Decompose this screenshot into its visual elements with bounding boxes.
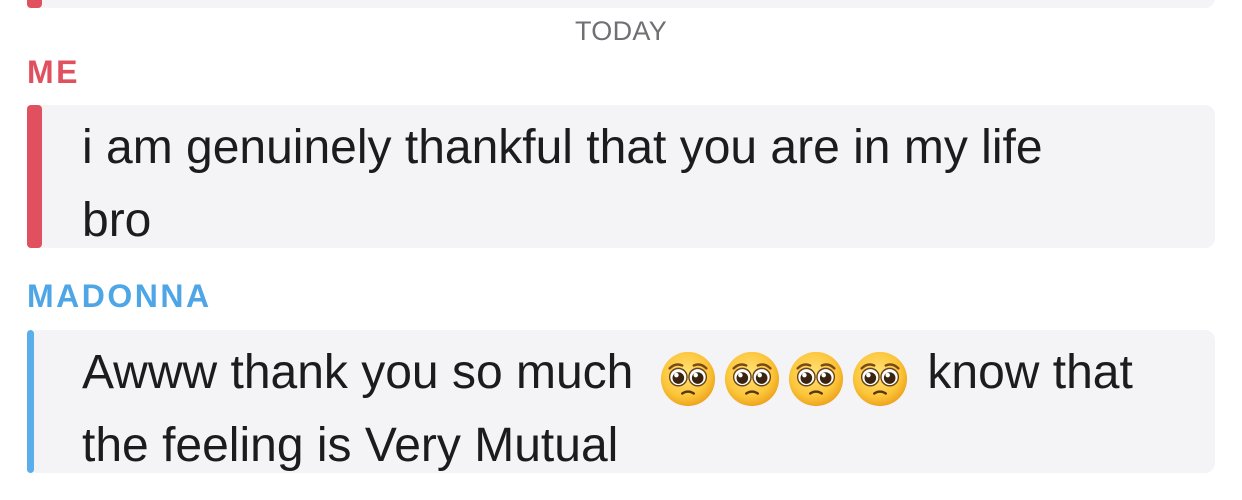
message-text-me: i am genuinely thankful that you are in … (82, 111, 1195, 257)
previous-message-bubble (27, 0, 1215, 8)
message-line-start: Awww thank you so much (82, 346, 634, 399)
pleading-face-icon (659, 350, 717, 408)
pleading-face-icon (723, 350, 781, 408)
previous-message-accent-bar (27, 0, 42, 8)
message-line: the feeling is Very Mutual (82, 419, 619, 472)
pleading-face-icon (787, 350, 845, 408)
message-accent-bar-me (27, 105, 42, 248)
pleading-face-icon (851, 350, 909, 408)
message-line: bro (82, 194, 152, 247)
date-separator: TODAY (574, 16, 668, 46)
message-line: i am genuinely thankful that you are in … (82, 121, 1043, 174)
sender-label-me: ME (27, 54, 80, 90)
message-line: Awww thank you so much know that (82, 336, 1195, 409)
message-bubble-madonna[interactable]: Awww thank you so much know that the fee… (27, 330, 1215, 473)
sender-label-madonna: MADONNA (27, 278, 212, 314)
message-bubble-me[interactable]: i am genuinely thankful that you are in … (27, 105, 1215, 248)
emoji-group (659, 339, 915, 406)
message-text-madonna: Awww thank you so much know that the fee… (82, 336, 1195, 482)
message-line-end: know that (927, 346, 1133, 399)
message-accent-bar-madonna (27, 330, 34, 473)
